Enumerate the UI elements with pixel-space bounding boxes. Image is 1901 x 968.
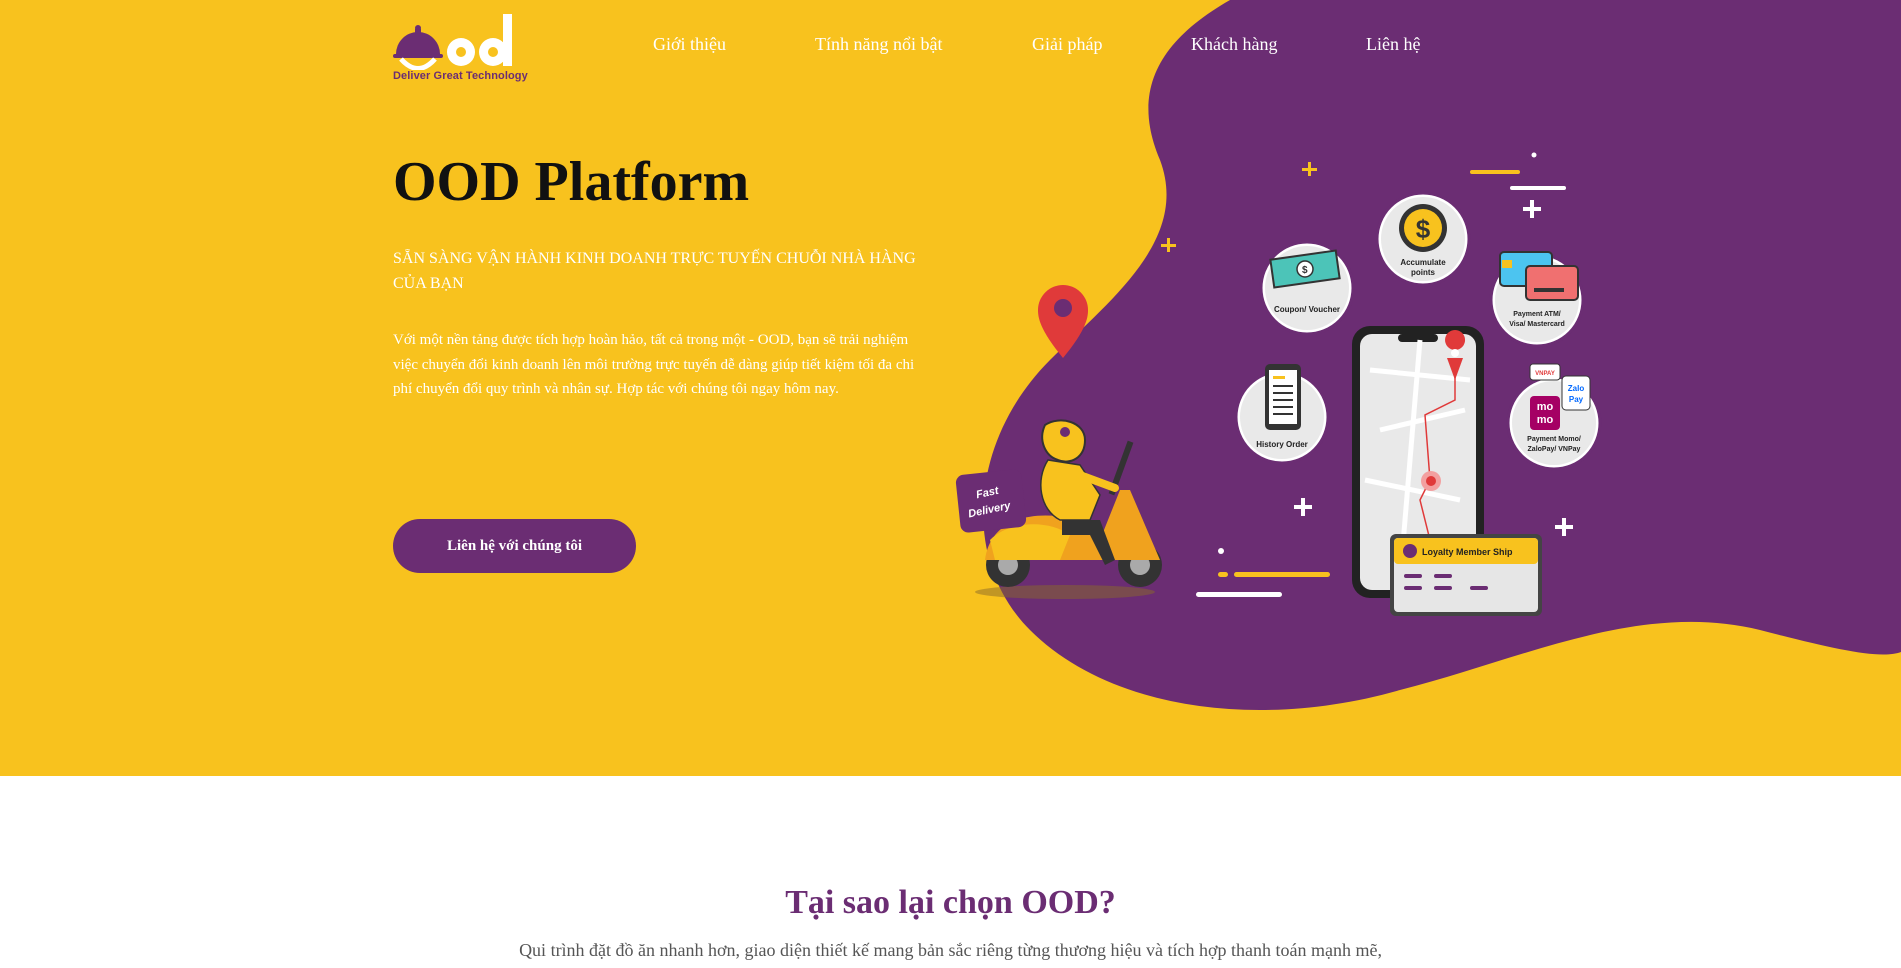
nav-item-khach-hang[interactable]: Khách hàng	[1191, 34, 1277, 55]
brand-logo[interactable]: Deliver Great Technology	[393, 12, 528, 84]
nav-item-lien-he[interactable]: Liên hệ	[1366, 34, 1420, 55]
hero-section: Deliver Great Technology Giới thiệu Tính…	[0, 0, 1901, 776]
svg-text:Pay: Pay	[1569, 395, 1584, 404]
location-pin-icon	[1445, 330, 1466, 350]
why-section-title: Tại sao lại chọn OOD?	[785, 884, 1116, 921]
svg-text:Loyalty Member Ship: Loyalty Member Ship	[1422, 547, 1513, 557]
plus-sparkle-icon	[1161, 162, 1317, 252]
svg-text:VNPAY: VNPAY	[1535, 371, 1555, 377]
coupon-voucher-feature: $ Coupon/ Voucher	[1259, 240, 1355, 336]
delivery-rider: Fast Delivery	[955, 419, 1162, 599]
svg-text:$: $	[1416, 214, 1431, 244]
svg-text:History Order: History Order	[1256, 440, 1308, 449]
location-pin-icon	[1038, 285, 1088, 358]
svg-text:Coupon/ Voucher: Coupon/ Voucher	[1274, 305, 1340, 314]
contact-us-button[interactable]: Liên hệ với chúng tôi	[393, 519, 636, 573]
svg-text:ZaloPay/ VNPay: ZaloPay/ VNPay	[1528, 446, 1581, 453]
svg-text:Zalo: Zalo	[1568, 384, 1585, 393]
hero-illustration: Loyalty Member Ship $ Coupon/ Voucher $	[955, 152, 1602, 616]
svg-text:Visa/ Mastercard: Visa/ Mastercard	[1509, 321, 1565, 328]
nav-item-giai-phap[interactable]: Giải pháp	[1032, 34, 1102, 55]
brand-tagline: Deliver Great Technology	[393, 70, 528, 82]
nav-item-gioi-thieu[interactable]: Giới thiệu	[653, 34, 726, 55]
payment-wallet-feature: VNPAY mo mo Zalo Pay Payment Momo/ ZaloP…	[1506, 363, 1602, 471]
svg-text:$: $	[1302, 265, 1308, 276]
receipt-icon	[1265, 364, 1301, 430]
dollar-coin-icon: $	[1399, 204, 1447, 252]
hero-description: Với một nền tảng được tích hợp hoàn hảo,…	[393, 332, 915, 397]
svg-text:Payment ATM/: Payment ATM/	[1513, 311, 1561, 318]
svg-text:mo: mo	[1537, 414, 1554, 426]
svg-text:Accumulate: Accumulate	[1400, 258, 1446, 267]
svg-text:points: points	[1411, 268, 1436, 277]
history-order-feature: History Order	[1234, 364, 1330, 465]
why-section-description: Qui trình đặt đồ ăn nhanh hơn, giao diện…	[519, 940, 1382, 960]
accumulate-points-feature: $ Accumulate points	[1375, 191, 1471, 287]
loyalty-card: Loyalty Member Ship	[1390, 534, 1542, 616]
svg-text:mo: mo	[1537, 401, 1554, 413]
payment-card-feature: Payment ATM/ Visa/ Mastercard	[1489, 251, 1585, 348]
svg-text:Payment Momo/: Payment Momo/	[1527, 436, 1581, 443]
nav-item-tinh-nang[interactable]: Tính năng nổi bật	[815, 34, 942, 55]
hero-subtitle: SẴN SÀNG VẬN HÀNH KINH DOANH TRỰC TUYẾN …	[393, 250, 916, 292]
hero-title: OOD Platform	[393, 151, 750, 213]
ood-logo-mark	[393, 14, 512, 71]
